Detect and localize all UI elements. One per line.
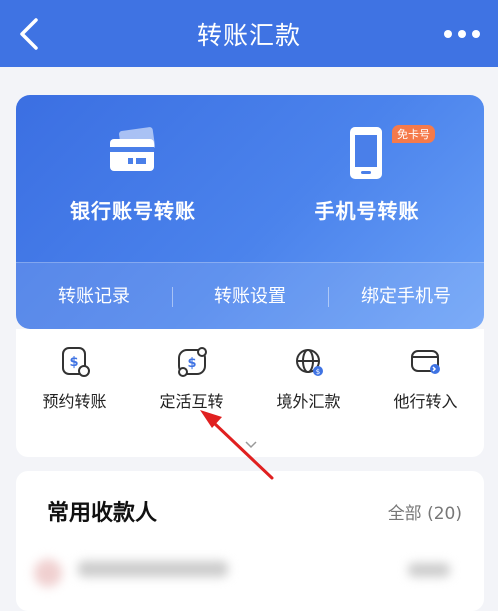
- scheduled-transfer-icon: $: [61, 347, 90, 377]
- transfer-settings-link[interactable]: 转账设置: [172, 263, 328, 329]
- frequent-recipients-section: 常用收款人 全部 (20): [16, 471, 484, 611]
- overseas-remittance-label: 境外汇款: [276, 392, 341, 411]
- svg-text:$: $: [187, 356, 196, 371]
- scheduled-transfer-button[interactable]: $ 预约转账: [16, 345, 133, 425]
- transfer-records-link[interactable]: 转账记录: [16, 263, 172, 329]
- fixed-demand-transfer-button[interactable]: $ 定活互转: [133, 345, 250, 425]
- recipient-row-blurred[interactable]: [16, 553, 484, 593]
- phone-transfer-label: 手机号转账: [314, 199, 420, 223]
- more-button[interactable]: [442, 24, 482, 44]
- card-sub-links: 转账记录 转账设置 绑定手机号: [16, 262, 484, 329]
- other-bank-transfer-in-icon: [410, 350, 440, 374]
- fixed-demand-transfer-icon: $: [177, 347, 207, 377]
- phone-transfer-button[interactable]: 免卡号 手机号转账: [250, 125, 484, 225]
- no-card-badge: 免卡号: [392, 125, 435, 143]
- page-title: 转账汇款: [196, 21, 301, 50]
- bank-card-icon: [110, 127, 155, 171]
- scheduled-transfer-label: 预约转账: [42, 392, 107, 411]
- other-bank-transfer-in-label: 他行转入: [393, 392, 458, 411]
- overseas-remittance-icon: $: [295, 349, 323, 376]
- frequent-recipients-title: 常用收款人: [47, 501, 158, 526]
- bank-account-transfer-button[interactable]: 银行账号转账: [16, 125, 250, 225]
- phone-icon: [350, 127, 382, 179]
- header-bar: 转账汇款: [0, 0, 498, 67]
- svg-text:$: $: [315, 368, 319, 376]
- view-all-recipients-link[interactable]: 全部 (20): [388, 499, 462, 524]
- chevron-down-icon[interactable]: [245, 441, 257, 449]
- overseas-remittance-button[interactable]: $ 境外汇款: [250, 345, 367, 425]
- transfer-card: 银行账号转账 免卡号 手机号转账 转账记录 转账设置 绑定手机号: [16, 95, 484, 329]
- quick-actions-panel: $ 预约转账 $ 定活互转 $ 境外汇款 他行转入: [16, 329, 484, 457]
- svg-text:$: $: [69, 355, 78, 370]
- other-bank-transfer-in-button[interactable]: 他行转入: [367, 345, 484, 425]
- bank-account-transfer-label: 银行账号转账: [70, 199, 196, 223]
- fixed-demand-transfer-label: 定活互转: [159, 392, 224, 411]
- more-dots-icon: [444, 30, 480, 38]
- bind-phone-link[interactable]: 绑定手机号: [328, 263, 484, 329]
- recipient-avatar: [34, 559, 450, 587]
